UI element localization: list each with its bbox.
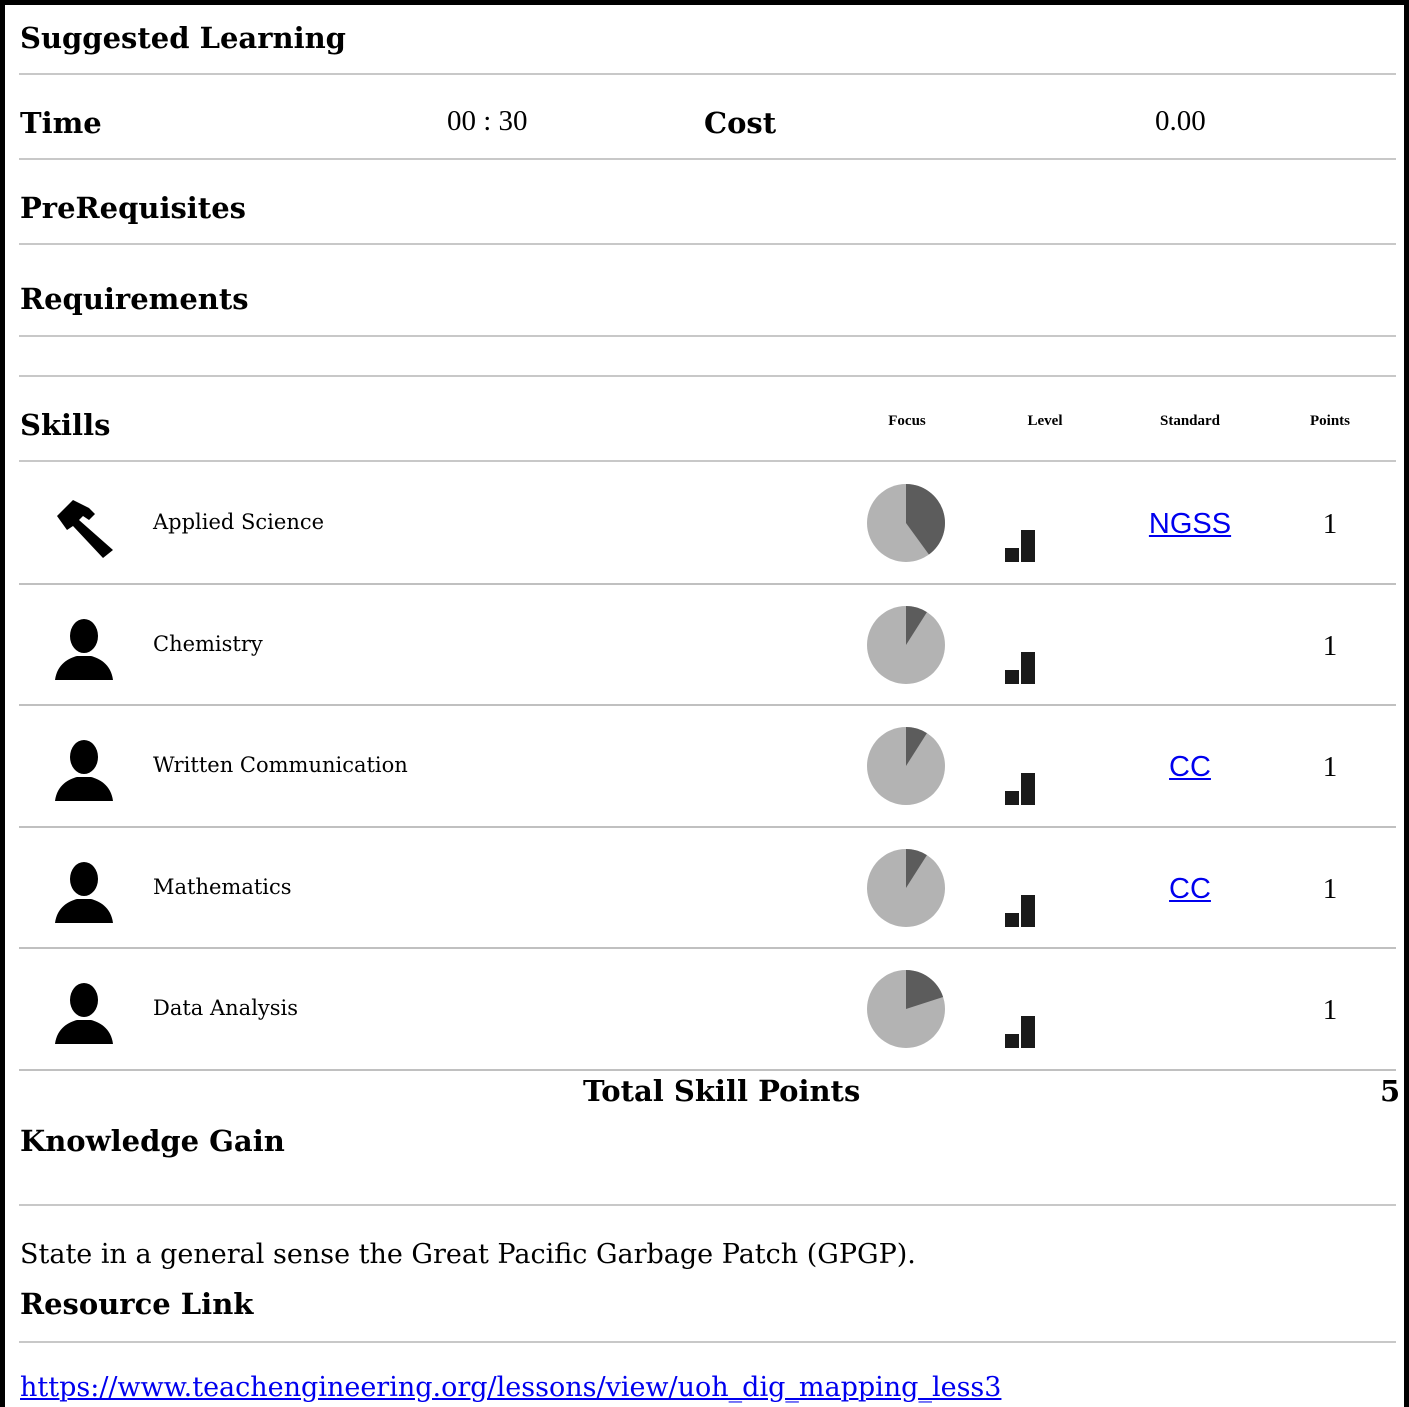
person-icon xyxy=(51,980,117,1050)
requirements-label: Requirements xyxy=(20,282,249,316)
person-icon xyxy=(51,737,117,807)
skill-row: Applied Science NGSS 1 xyxy=(5,462,1404,584)
resource-link-title: Resource Link xyxy=(20,1287,254,1321)
skills-title: Skills xyxy=(20,408,111,442)
level-bars-icon xyxy=(1005,1014,1039,1052)
knowledge-gain-text: State in a general sense the Great Pacif… xyxy=(20,1239,916,1270)
resource-link[interactable]: https://www.teachengineering.org/lessons… xyxy=(20,1372,1001,1403)
total-skill-points-label: Total Skill Points xyxy=(583,1074,861,1108)
level-bar xyxy=(1021,1016,1035,1049)
level-bars-icon xyxy=(1005,650,1039,688)
section-title: Suggested Learning xyxy=(20,21,346,55)
cost-value: 0.00 xyxy=(1155,105,1206,137)
level-bar xyxy=(1005,669,1019,684)
divider xyxy=(19,73,1396,75)
person-icon xyxy=(51,859,117,929)
focus-pie-chart xyxy=(865,847,947,933)
skill-points: 1 xyxy=(1322,872,1338,905)
standard-link[interactable]: CC xyxy=(1135,873,1245,906)
level-bar xyxy=(1021,894,1035,927)
level-bar xyxy=(1005,1034,1019,1049)
standard-link[interactable]: NGSS xyxy=(1135,508,1245,541)
skill-name: Written Communication xyxy=(153,753,408,778)
divider xyxy=(19,243,1396,245)
focus-pie-chart xyxy=(865,482,947,568)
level-bar xyxy=(1005,548,1019,562)
skill-points: 1 xyxy=(1322,629,1338,662)
level-bars-icon xyxy=(1005,893,1039,931)
level-bar xyxy=(1021,773,1035,806)
divider xyxy=(19,158,1396,160)
skill-points: 1 xyxy=(1322,508,1338,540)
total-skill-points-value: 5 xyxy=(1380,1074,1401,1108)
skill-row: Chemistry 1 xyxy=(5,584,1404,706)
skill-name: Chemistry xyxy=(153,631,263,656)
skill-name: Data Analysis xyxy=(153,996,299,1021)
focus-pie-chart xyxy=(865,725,947,811)
skill-row: Written Communication CC 1 xyxy=(5,705,1404,827)
standard-link[interactable]: CC xyxy=(1135,751,1245,784)
knowledge-gain-title: Knowledge Gain xyxy=(20,1124,285,1158)
skill-row: Mathematics CC 1 xyxy=(5,827,1404,949)
focus-pie-chart xyxy=(865,968,947,1054)
person-icon xyxy=(51,616,117,686)
skill-points: 1 xyxy=(1322,751,1338,784)
time-value: 00 : 30 xyxy=(447,105,528,137)
level-bar xyxy=(1005,912,1019,927)
divider xyxy=(19,1204,1396,1206)
level-bars-icon xyxy=(1005,771,1039,809)
row-divider xyxy=(19,1069,1396,1071)
time-label: Time xyxy=(20,106,102,140)
focus-column-header: Focus xyxy=(888,413,926,429)
focus-pie-chart xyxy=(865,604,947,690)
points-column-header: Points xyxy=(1309,413,1350,429)
skill-name: Mathematics xyxy=(153,874,292,899)
skill-name: Applied Science xyxy=(153,510,325,534)
level-column-header: Level xyxy=(1027,413,1063,429)
level-bar xyxy=(1021,651,1035,684)
divider xyxy=(19,1341,1396,1343)
skill-row: Data Analysis 1 xyxy=(5,948,1404,1070)
level-bar xyxy=(1021,530,1035,562)
level-bar xyxy=(1005,791,1019,806)
standard-column-header: Standard xyxy=(1159,413,1221,429)
divider xyxy=(19,335,1396,337)
cost-label: Cost xyxy=(704,106,777,140)
hammer-icon xyxy=(51,494,117,564)
level-bars-icon xyxy=(1005,528,1039,566)
divider xyxy=(19,375,1396,377)
prerequisites-label: PreRequisites xyxy=(20,191,246,225)
skill-points: 1 xyxy=(1322,994,1338,1027)
